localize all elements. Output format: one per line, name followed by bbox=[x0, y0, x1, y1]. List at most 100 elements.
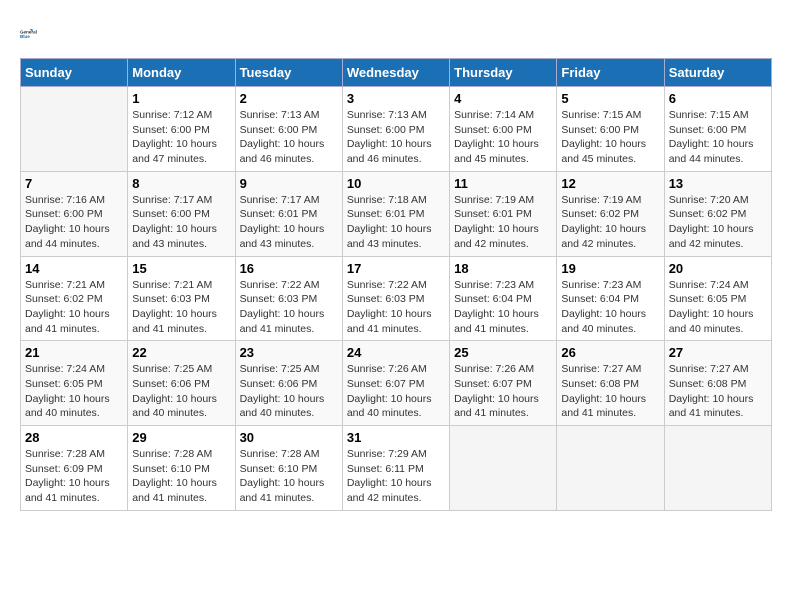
day-number: 9 bbox=[240, 176, 338, 191]
calendar-cell bbox=[450, 426, 557, 511]
calendar-cell: 23 Sunrise: 7:25 AMSunset: 6:06 PMDayligh… bbox=[235, 341, 342, 426]
calendar-cell: 9 Sunrise: 7:17 AMSunset: 6:01 PMDaylight… bbox=[235, 171, 342, 256]
day-info: Sunrise: 7:17 AMSunset: 6:01 PMDaylight:… bbox=[240, 193, 338, 252]
calendar-cell: 31Sunrise: 7:29 AMSunset: 6:11 PMDayligh… bbox=[342, 426, 449, 511]
day-number: 16 bbox=[240, 261, 338, 276]
day-number: 3 bbox=[347, 91, 445, 106]
day-info: Sunrise: 7:29 AMSunset: 6:11 PMDaylight:… bbox=[347, 447, 445, 506]
calendar-cell: 18 Sunrise: 7:23 AMSunset: 6:04 PMDayligh… bbox=[450, 256, 557, 341]
calendar-cell bbox=[21, 87, 128, 172]
weekday-monday: Monday bbox=[128, 59, 235, 87]
day-number: 4 bbox=[454, 91, 552, 106]
week-row-2: 7Sunrise: 7:16 AMSunset: 6:00 PMDaylight… bbox=[21, 171, 772, 256]
logo: General Blue bbox=[20, 20, 48, 48]
weekday-header-row: SundayMondayTuesdayWednesdayThursdayFrid… bbox=[21, 59, 772, 87]
day-info: Sunrise: 7:26 AMSunset: 6:07 PMDaylight:… bbox=[454, 362, 552, 421]
day-info: Sunrise: 7:24 AMSunset: 6:05 PMDaylight:… bbox=[25, 362, 123, 421]
day-number: 1 bbox=[132, 91, 230, 106]
day-info: Sunrise: 7:23 AMSunset: 6:04 PMDaylight:… bbox=[454, 278, 552, 337]
week-row-1: 1 Sunrise: 7:12 AMSunset: 6:00 PMDaylight… bbox=[21, 87, 772, 172]
calendar-cell: 16 Sunrise: 7:22 AMSunset: 6:03 PMDayligh… bbox=[235, 256, 342, 341]
day-number: 28 bbox=[25, 430, 123, 445]
day-info: Sunrise: 7:18 AMSunset: 6:01 PMDaylight:… bbox=[347, 193, 445, 252]
day-info: Sunrise: 7:21 AMSunset: 6:02 PMDaylight:… bbox=[25, 278, 123, 337]
calendar-cell: 7Sunrise: 7:16 AMSunset: 6:00 PMDaylight… bbox=[21, 171, 128, 256]
day-info: Sunrise: 7:22 AMSunset: 6:03 PMDaylight:… bbox=[347, 278, 445, 337]
calendar-cell: 12 Sunrise: 7:19 AMSunset: 6:02 PMDayligh… bbox=[557, 171, 664, 256]
calendar-table: SundayMondayTuesdayWednesdayThursdayFrid… bbox=[20, 58, 772, 511]
calendar-cell: 25 Sunrise: 7:26 AMSunset: 6:07 PMDayligh… bbox=[450, 341, 557, 426]
calendar-cell: 28 Sunrise: 7:28 AMSunset: 6:09 PMDayligh… bbox=[21, 426, 128, 511]
calendar-cell: 13 Sunrise: 7:20 AMSunset: 6:02 PMDayligh… bbox=[664, 171, 771, 256]
calendar-cell: 26Sunrise: 7:27 AMSunset: 6:08 PMDayligh… bbox=[557, 341, 664, 426]
day-number: 12 bbox=[561, 176, 659, 191]
day-number: 24 bbox=[347, 345, 445, 360]
day-info: Sunrise: 7:16 AMSunset: 6:00 PMDaylight:… bbox=[25, 193, 123, 252]
day-info: Sunrise: 7:25 AMSunset: 6:06 PMDaylight:… bbox=[240, 362, 338, 421]
day-info: Sunrise: 7:19 AMSunset: 6:02 PMDaylight:… bbox=[561, 193, 659, 252]
day-info: Sunrise: 7:13 AMSunset: 6:00 PMDaylight:… bbox=[240, 108, 338, 167]
weekday-wednesday: Wednesday bbox=[342, 59, 449, 87]
day-number: 20 bbox=[669, 261, 767, 276]
day-info: Sunrise: 7:28 AMSunset: 6:09 PMDaylight:… bbox=[25, 447, 123, 506]
calendar-cell: 5 Sunrise: 7:15 AMSunset: 6:00 PMDaylight… bbox=[557, 87, 664, 172]
day-number: 8 bbox=[132, 176, 230, 191]
day-info: Sunrise: 7:12 AMSunset: 6:00 PMDaylight:… bbox=[132, 108, 230, 167]
calendar-cell: 2 Sunrise: 7:13 AMSunset: 6:00 PMDaylight… bbox=[235, 87, 342, 172]
calendar-cell: 21 Sunrise: 7:24 AMSunset: 6:05 PMDayligh… bbox=[21, 341, 128, 426]
day-number: 6 bbox=[669, 91, 767, 106]
svg-text:Blue: Blue bbox=[20, 34, 30, 39]
weekday-sunday: Sunday bbox=[21, 59, 128, 87]
weekday-saturday: Saturday bbox=[664, 59, 771, 87]
day-number: 13 bbox=[669, 176, 767, 191]
calendar-cell bbox=[557, 426, 664, 511]
day-info: Sunrise: 7:21 AMSunset: 6:03 PMDaylight:… bbox=[132, 278, 230, 337]
day-number: 11 bbox=[454, 176, 552, 191]
calendar-cell: 11 Sunrise: 7:19 AMSunset: 6:01 PMDayligh… bbox=[450, 171, 557, 256]
day-number: 25 bbox=[454, 345, 552, 360]
day-number: 2 bbox=[240, 91, 338, 106]
calendar-cell: 10 Sunrise: 7:18 AMSunset: 6:01 PMDayligh… bbox=[342, 171, 449, 256]
calendar-cell: 17 Sunrise: 7:22 AMSunset: 6:03 PMDayligh… bbox=[342, 256, 449, 341]
day-info: Sunrise: 7:23 AMSunset: 6:04 PMDaylight:… bbox=[561, 278, 659, 337]
weekday-friday: Friday bbox=[557, 59, 664, 87]
day-info: Sunrise: 7:22 AMSunset: 6:03 PMDaylight:… bbox=[240, 278, 338, 337]
day-info: Sunrise: 7:20 AMSunset: 6:02 PMDaylight:… bbox=[669, 193, 767, 252]
day-info: Sunrise: 7:15 AMSunset: 6:00 PMDaylight:… bbox=[561, 108, 659, 167]
day-info: Sunrise: 7:19 AMSunset: 6:01 PMDaylight:… bbox=[454, 193, 552, 252]
day-number: 17 bbox=[347, 261, 445, 276]
calendar-cell: 24 Sunrise: 7:26 AMSunset: 6:07 PMDayligh… bbox=[342, 341, 449, 426]
day-number: 27 bbox=[669, 345, 767, 360]
day-number: 14 bbox=[25, 261, 123, 276]
day-number: 30 bbox=[240, 430, 338, 445]
day-info: Sunrise: 7:28 AMSunset: 6:10 PMDaylight:… bbox=[132, 447, 230, 506]
week-row-5: 28 Sunrise: 7:28 AMSunset: 6:09 PMDayligh… bbox=[21, 426, 772, 511]
calendar-cell: 14 Sunrise: 7:21 AMSunset: 6:02 PMDayligh… bbox=[21, 256, 128, 341]
calendar-cell: 20 Sunrise: 7:24 AMSunset: 6:05 PMDayligh… bbox=[664, 256, 771, 341]
logo-icon: General Blue bbox=[20, 20, 48, 48]
day-number: 5 bbox=[561, 91, 659, 106]
calendar-cell: 30 Sunrise: 7:28 AMSunset: 6:10 PMDayligh… bbox=[235, 426, 342, 511]
calendar-cell: 27 Sunrise: 7:27 AMSunset: 6:08 PMDayligh… bbox=[664, 341, 771, 426]
page-header: General Blue bbox=[20, 20, 772, 48]
day-info: Sunrise: 7:15 AMSunset: 6:00 PMDaylight:… bbox=[669, 108, 767, 167]
day-info: Sunrise: 7:26 AMSunset: 6:07 PMDaylight:… bbox=[347, 362, 445, 421]
week-row-3: 14 Sunrise: 7:21 AMSunset: 6:02 PMDayligh… bbox=[21, 256, 772, 341]
calendar-cell: 1 Sunrise: 7:12 AMSunset: 6:00 PMDaylight… bbox=[128, 87, 235, 172]
day-info: Sunrise: 7:28 AMSunset: 6:10 PMDaylight:… bbox=[240, 447, 338, 506]
day-info: Sunrise: 7:27 AMSunset: 6:08 PMDaylight:… bbox=[669, 362, 767, 421]
day-number: 10 bbox=[347, 176, 445, 191]
day-number: 15 bbox=[132, 261, 230, 276]
day-info: Sunrise: 7:24 AMSunset: 6:05 PMDaylight:… bbox=[669, 278, 767, 337]
day-number: 21 bbox=[25, 345, 123, 360]
calendar-body: 1 Sunrise: 7:12 AMSunset: 6:00 PMDaylight… bbox=[21, 87, 772, 511]
calendar-cell: 4 Sunrise: 7:14 AMSunset: 6:00 PMDaylight… bbox=[450, 87, 557, 172]
weekday-tuesday: Tuesday bbox=[235, 59, 342, 87]
day-info: Sunrise: 7:13 AMSunset: 6:00 PMDaylight:… bbox=[347, 108, 445, 167]
calendar-cell: 3 Sunrise: 7:13 AMSunset: 6:00 PMDaylight… bbox=[342, 87, 449, 172]
day-info: Sunrise: 7:14 AMSunset: 6:00 PMDaylight:… bbox=[454, 108, 552, 167]
week-row-4: 21 Sunrise: 7:24 AMSunset: 6:05 PMDayligh… bbox=[21, 341, 772, 426]
weekday-thursday: Thursday bbox=[450, 59, 557, 87]
day-number: 18 bbox=[454, 261, 552, 276]
day-number: 23 bbox=[240, 345, 338, 360]
